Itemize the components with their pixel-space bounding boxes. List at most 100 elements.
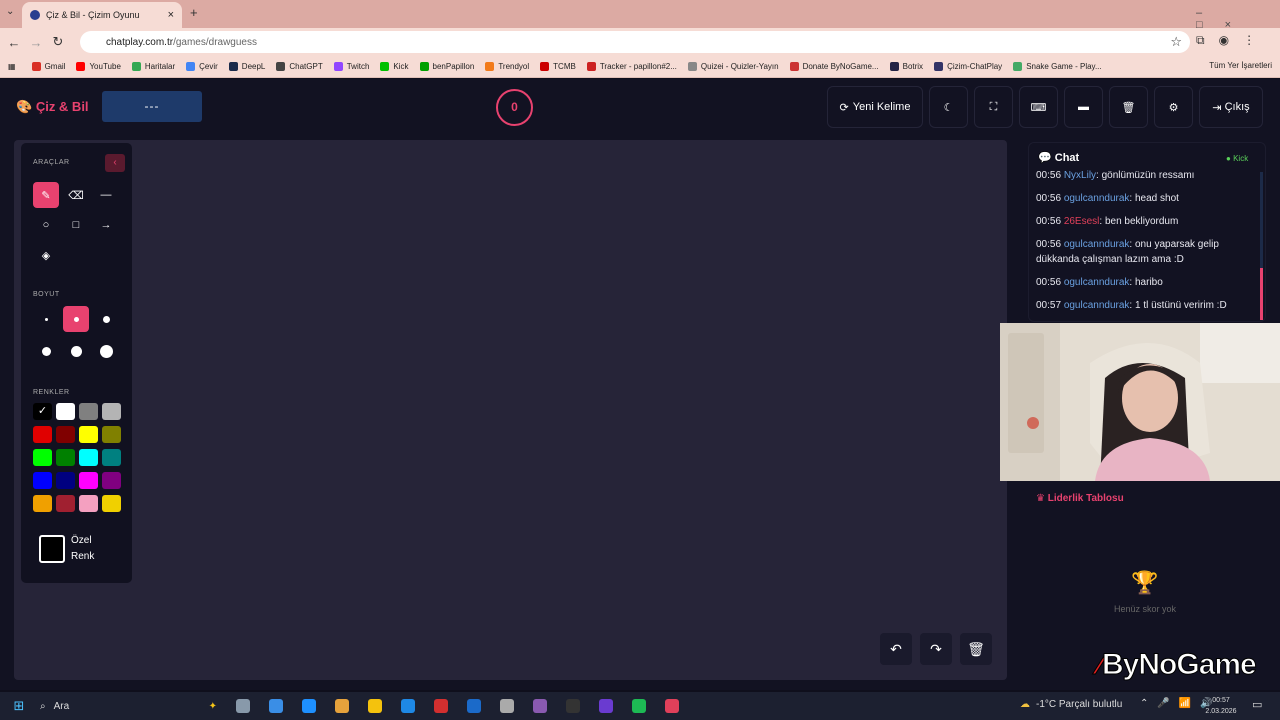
circle-tool-button[interactable]: ○ [33, 212, 59, 238]
bookmark-item[interactable]: Quizei - Quizler-Yayın [687, 62, 779, 71]
exit-button[interactable]: ⇥ Çıkış [1199, 86, 1263, 128]
taskbar-app-icon[interactable] [230, 695, 256, 717]
clock[interactable]: 00:57 2.03.2026 [1200, 695, 1242, 717]
all-bookmarks[interactable]: Tüm Yer İşaretleri [1209, 61, 1272, 70]
color-swatch[interactable] [79, 403, 98, 420]
color-swatch[interactable] [33, 426, 52, 443]
bookmark-item[interactable]: Snake Game - Play... [1013, 62, 1102, 71]
settings-button[interactable]: ⚙ [1154, 86, 1193, 128]
color-swatch[interactable]: ✓ [33, 403, 52, 420]
new-tab-icon[interactable]: + [190, 5, 198, 20]
bookmark-item[interactable]: Twitch [333, 62, 369, 71]
new-word-button[interactable]: ⟳ Yeni Kelime [827, 86, 923, 128]
forward-icon[interactable]: → [25, 35, 47, 50]
rectangle-tool-button[interactable]: □ [63, 212, 89, 238]
brush-size-button[interactable] [63, 306, 89, 332]
color-swatch[interactable] [56, 495, 75, 512]
color-swatch[interactable] [79, 495, 98, 512]
taskbar-app-icon[interactable] [593, 695, 619, 717]
message-user[interactable]: ogulcanndurak [1064, 193, 1130, 204]
menu-icon[interactable]: ⋮ [1243, 33, 1255, 48]
fill-tool-button[interactable]: ◈ [33, 242, 59, 268]
extensions-icon[interactable]: ⧉ [1196, 33, 1205, 48]
taskbar-app-icon[interactable] [527, 695, 553, 717]
reload-icon[interactable]: ↻ [47, 34, 69, 50]
apps-icon[interactable]: ▦ [8, 62, 16, 71]
color-swatch[interactable] [79, 426, 98, 443]
bookmark-item[interactable]: Haritalar [131, 62, 175, 71]
taskbar-search[interactable]: ⌕ Ara ✦ [32, 695, 217, 717]
taskbar-app-icon[interactable] [428, 695, 454, 717]
bookmark-item[interactable]: Botrix [889, 62, 923, 71]
back-icon[interactable]: ← [3, 35, 25, 50]
profile-icon[interactable]: ◉ [1219, 33, 1229, 48]
bookmark-item[interactable]: Trendyol [485, 62, 529, 71]
undo-button[interactable]: ↶ [880, 633, 912, 665]
clear-canvas-button[interactable]: 🗑 [960, 633, 992, 665]
redo-button[interactable]: ↷ [920, 633, 952, 665]
color-swatch[interactable] [56, 449, 75, 466]
bookmark-item[interactable]: YouTube [76, 62, 121, 71]
custom-color-swatch[interactable] [39, 535, 65, 563]
color-swatch[interactable] [56, 403, 75, 420]
browser-tab[interactable]: Çiz & Bil - Çizim Oyunu × [22, 2, 182, 28]
color-swatch[interactable] [102, 472, 121, 489]
chat-scrollbar-thumb[interactable] [1260, 268, 1263, 320]
bookmark-item[interactable]: DeepL [228, 62, 265, 71]
dark-mode-button[interactable]: ☾ [929, 86, 968, 128]
color-swatch[interactable] [102, 403, 121, 420]
start-icon[interactable]: ⊞ [6, 695, 32, 717]
keyboard-button[interactable]: ⌨ [1019, 86, 1058, 128]
taskbar-app-icon[interactable] [560, 695, 586, 717]
color-swatch[interactable] [102, 449, 121, 466]
bookmark-item[interactable]: benPapillon [419, 62, 474, 71]
brush-size-button[interactable] [33, 338, 59, 364]
color-swatch[interactable] [33, 472, 52, 489]
taskbar-app-icon[interactable] [263, 695, 289, 717]
delete-button[interactable]: 🗑 [1109, 86, 1148, 128]
message-user[interactable]: NyxLily [1064, 170, 1096, 181]
chat-messages[interactable]: 00:56 NyxLily: gönlümüzün ressamı 00:56 o… [1036, 170, 1256, 320]
arrow-tool-button[interactable]: → [93, 212, 119, 238]
tab-close-icon[interactable]: × [168, 9, 174, 21]
brush-size-button[interactable] [93, 306, 119, 332]
bookmark-item[interactable]: Kick [380, 62, 409, 71]
color-swatch[interactable] [102, 426, 121, 443]
bookmark-item[interactable]: TCMB [540, 62, 576, 71]
bookmark-star-icon[interactable]: ☆ [1170, 34, 1182, 50]
archive-button[interactable]: ▬ [1064, 86, 1103, 128]
eraser-tool-button[interactable]: ⌫ [63, 182, 89, 208]
tab-list-icon[interactable]: ⌄ [6, 6, 14, 17]
taskbar-app-icon[interactable] [329, 695, 355, 717]
bookmark-item[interactable]: Çevir [186, 62, 218, 71]
taskbar-app-icon[interactable] [296, 695, 322, 717]
color-swatch[interactable] [56, 472, 75, 489]
notification-icon[interactable]: ▭ [1252, 698, 1262, 711]
message-user[interactable]: 26Esesl [1064, 216, 1100, 227]
taskbar-app-icon[interactable] [494, 695, 520, 717]
taskbar-app-icon[interactable] [362, 695, 388, 717]
custom-color-label[interactable]: Özel Renk [71, 533, 94, 565]
bookmark-item[interactable]: Gmail [31, 62, 65, 71]
pen-tool-button[interactable]: ✎ [33, 182, 59, 208]
color-swatch[interactable] [102, 495, 121, 512]
color-swatch[interactable] [33, 495, 52, 512]
brush-size-button[interactable] [93, 338, 119, 364]
color-swatch[interactable] [79, 472, 98, 489]
brush-size-button[interactable] [33, 306, 59, 332]
weather-widget[interactable]: ☁ -1°C Parçalı bulutlu [1020, 699, 1122, 710]
bookmark-item[interactable]: Donate ByNoGame... [789, 62, 879, 71]
bookmark-item[interactable]: Tracker - papillon#2... [586, 62, 677, 71]
url-bar[interactable]: chatplay.com.tr/games/drawguess ☆ [80, 31, 1190, 53]
bookmark-item[interactable]: Çizim-ChatPlay [934, 62, 1002, 71]
message-user[interactable]: ogulcanndurak [1064, 239, 1130, 250]
drawing-canvas[interactable] [14, 140, 1007, 680]
collapse-panel-button[interactable]: ‹ [105, 154, 125, 172]
fullscreen-button[interactable]: ⛶ [974, 86, 1013, 128]
message-user[interactable]: ogulcanndurak [1064, 300, 1130, 311]
taskbar-app-icon[interactable] [395, 695, 421, 717]
bookmark-item[interactable]: ChatGPT [276, 62, 323, 71]
taskbar-app-icon[interactable] [626, 695, 652, 717]
brush-size-button[interactable] [63, 338, 89, 364]
color-swatch[interactable] [33, 449, 52, 466]
